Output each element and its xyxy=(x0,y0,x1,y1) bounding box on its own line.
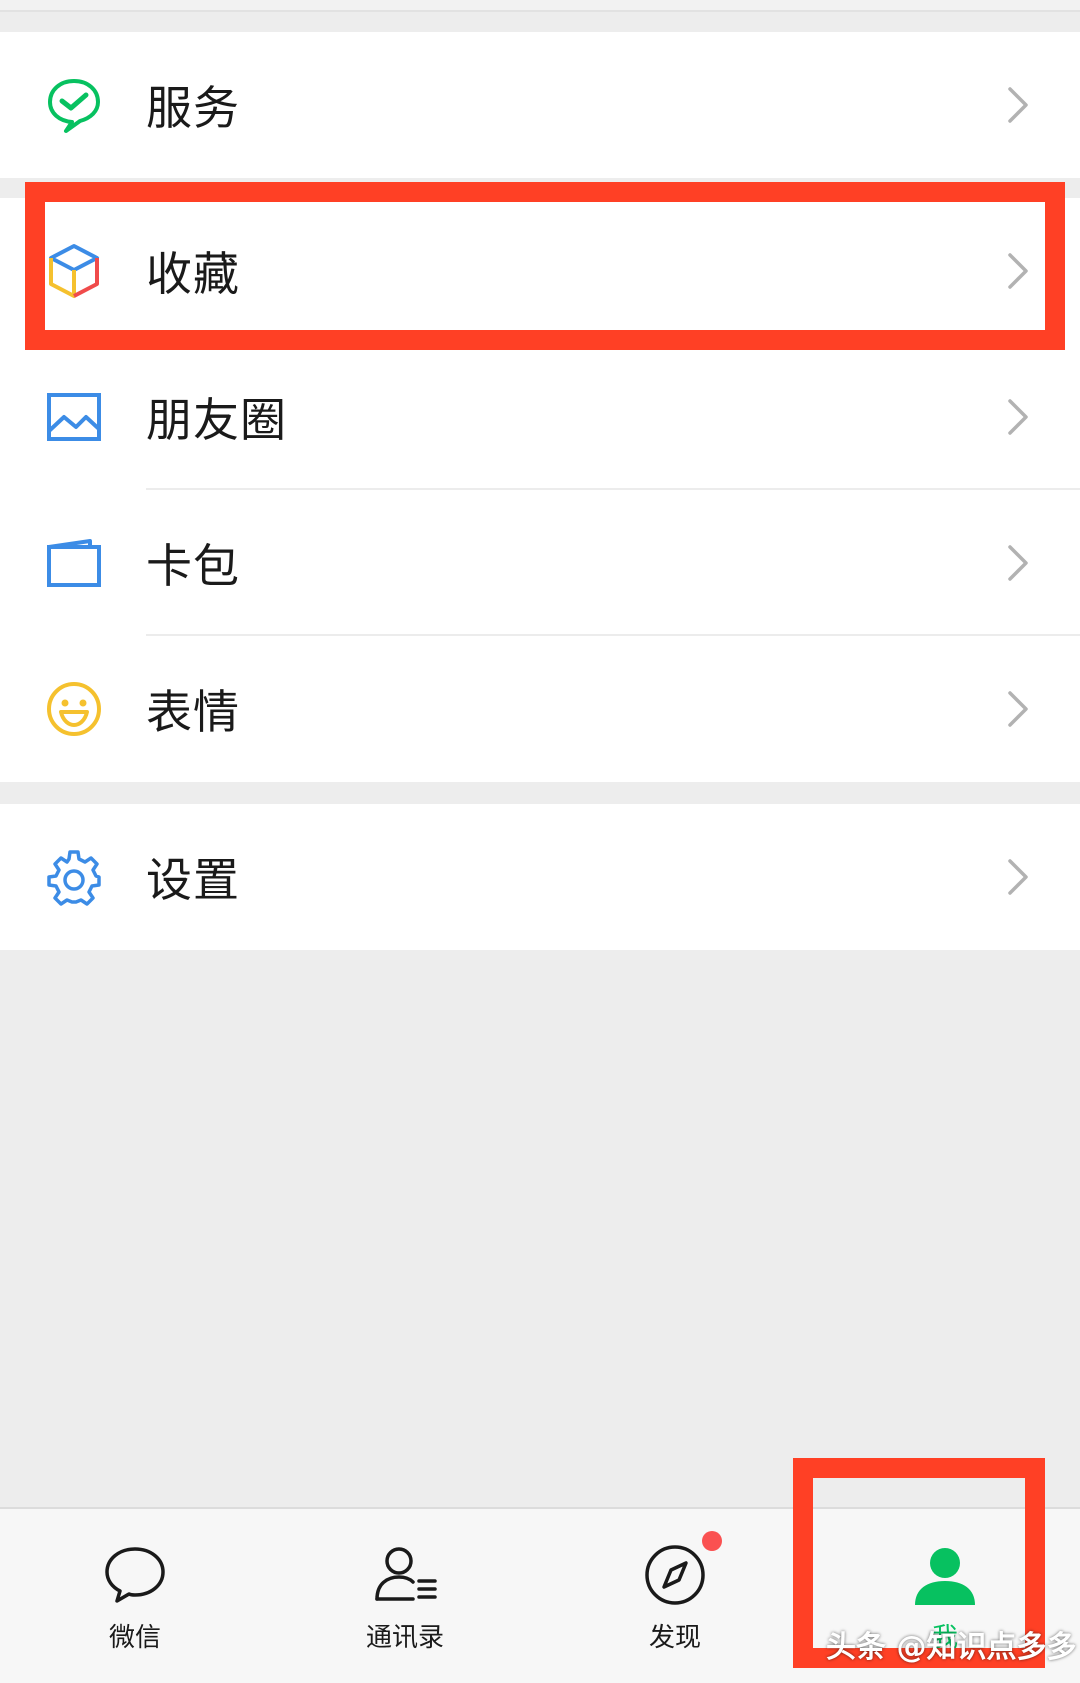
menu-label-services: 服务 xyxy=(146,81,240,135)
menu-item-settings[interactable]: 设置 xyxy=(0,804,1080,950)
menu-item-favorites[interactable]: 收藏 xyxy=(0,198,1080,344)
watermark-text: 头条 @知识点多多 xyxy=(826,1630,1077,1665)
tab-chats[interactable]: 微信 xyxy=(45,1509,225,1683)
picture-icon xyxy=(44,387,104,447)
top-strip xyxy=(0,0,1080,12)
chevron-right-icon xyxy=(1006,85,1032,125)
gear-icon xyxy=(44,847,104,907)
menu-item-cards[interactable]: 卡包 xyxy=(0,490,1080,636)
menu-label-favorites: 收藏 xyxy=(146,247,240,301)
contacts-icon xyxy=(369,1539,441,1611)
chat-bubble-icon xyxy=(99,1539,171,1611)
tab-label-chats: 微信 xyxy=(108,1623,161,1653)
menu-label-stickers: 表情 xyxy=(146,685,240,739)
chevron-right-icon xyxy=(1006,397,1032,437)
chevron-right-icon xyxy=(1006,689,1032,729)
discover-badge-dot xyxy=(702,1531,722,1551)
tab-label-discover: 发现 xyxy=(648,1623,701,1653)
menu-item-services[interactable]: 服务 xyxy=(0,32,1080,178)
tab-contacts[interactable]: 通讯录 xyxy=(315,1509,495,1683)
smiley-icon xyxy=(44,679,104,739)
tab-discover[interactable]: 发现 xyxy=(585,1509,765,1683)
person-icon xyxy=(909,1539,981,1611)
menu-item-stickers[interactable]: 表情 xyxy=(0,636,1080,782)
menu-label-settings: 设置 xyxy=(146,853,240,907)
menu-label-moments: 朋友圈 xyxy=(146,393,287,447)
menu-label-cards: 卡包 xyxy=(146,539,240,593)
tab-label-contacts: 通讯录 xyxy=(365,1623,444,1653)
chevron-right-icon xyxy=(1006,251,1032,291)
chevron-right-icon xyxy=(1006,543,1032,583)
wallet-icon xyxy=(44,533,104,593)
services-section: 服务 xyxy=(0,32,1080,178)
compass-icon xyxy=(639,1539,711,1611)
wechat-pay-check-icon xyxy=(44,75,104,135)
cube-icon xyxy=(44,241,104,301)
features-section: 收藏 朋友圈 卡包 表情 xyxy=(0,198,1080,782)
chevron-right-icon xyxy=(1006,857,1032,897)
settings-section: 设置 xyxy=(0,804,1080,950)
menu-item-moments[interactable]: 朋友圈 xyxy=(0,344,1080,490)
